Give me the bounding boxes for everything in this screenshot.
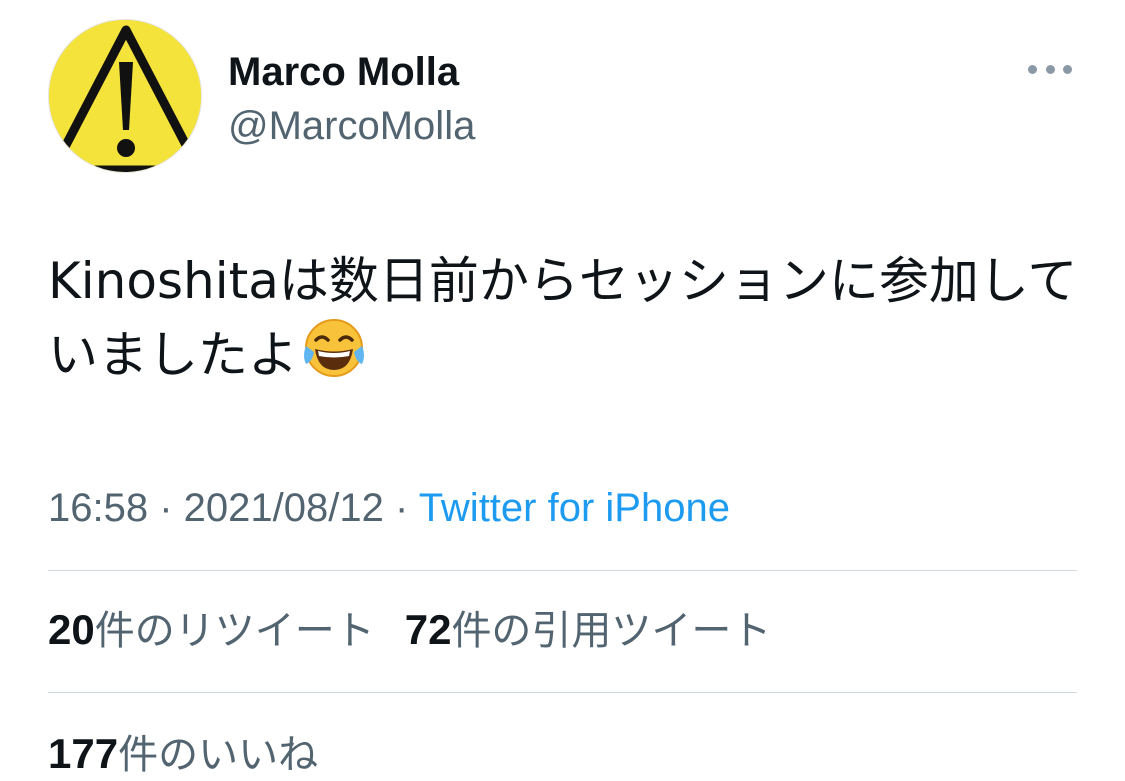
retweets-stat[interactable]: 20件のリツイート bbox=[48, 604, 375, 657]
warning-icon bbox=[49, 20, 201, 172]
more-horizontal-icon-dot bbox=[1045, 64, 1055, 74]
likes-stat[interactable]: 177件のいいね bbox=[48, 728, 318, 781]
more-horizontal-icon-dot bbox=[1063, 64, 1072, 74]
author-handle[interactable]: @MarcoMolla bbox=[228, 102, 475, 150]
tweet-text-content: Kinoshitaは数日前からセッションに参加していましたよ bbox=[48, 252, 1078, 384]
meta-separator: · bbox=[383, 486, 419, 530]
retweets-label: 件のリツイート bbox=[94, 608, 375, 654]
tweet-source-link[interactable]: Twitter for iPhone bbox=[419, 486, 730, 530]
divider bbox=[48, 570, 1077, 571]
author-display-name[interactable]: Marco Molla bbox=[228, 48, 459, 96]
more-options-button[interactable] bbox=[1024, 54, 1076, 84]
quote-tweets-stat[interactable]: 72件の引用ツイート bbox=[405, 604, 772, 657]
divider bbox=[48, 692, 1077, 693]
tweet-text: Kinoshitaは数日前からセッションに参加していましたよ bbox=[48, 246, 1088, 398]
avatar[interactable] bbox=[48, 19, 202, 173]
retweets-count: 20 bbox=[48, 606, 95, 653]
quote-tweets-label: 件の引用ツイート bbox=[451, 608, 772, 654]
tweet-date[interactable]: 2021/08/12 bbox=[184, 486, 384, 530]
quote-tweets-count: 72 bbox=[404, 606, 452, 653]
tweet-meta: 16:58 · 2021/08/12 · Twitter for iPhone bbox=[48, 482, 730, 534]
tweet-time[interactable]: 16:58 bbox=[48, 486, 148, 530]
face-with-tears-of-joy-icon bbox=[302, 316, 366, 398]
likes-stats-row: 177件のいいね bbox=[48, 728, 318, 781]
meta-separator: · bbox=[148, 486, 184, 530]
more-horizontal-icon bbox=[1028, 64, 1037, 74]
engagement-stats-row: 20件のリツイート 72件の引用ツイート bbox=[48, 604, 771, 657]
likes-label: 件のいいね bbox=[118, 732, 319, 778]
likes-count: 177 bbox=[48, 730, 119, 777]
